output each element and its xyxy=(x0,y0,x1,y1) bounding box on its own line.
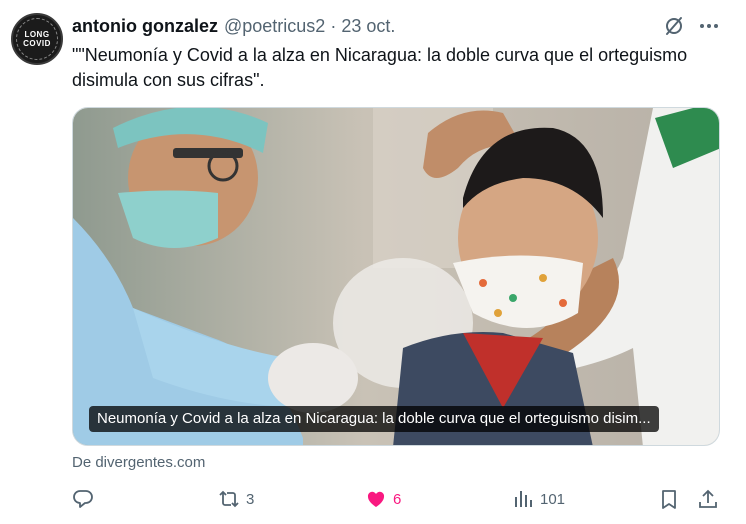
action-bar: 3 6 101 xyxy=(72,484,724,514)
tweet-text: ""Neumonía y Covid a la alza en Nicaragu… xyxy=(72,45,688,90)
avatar-text-line1: LONG xyxy=(24,30,50,39)
like-button[interactable]: 6 xyxy=(365,484,401,514)
more-icon[interactable] xyxy=(698,15,720,37)
retweet-icon xyxy=(219,490,239,508)
reply-icon xyxy=(73,490,93,508)
avatar-text-line2: COVID xyxy=(23,39,51,48)
views-icon xyxy=(515,491,532,507)
separator-dot: · xyxy=(330,15,337,36)
tweet-header: antonio gonzalez @poetricus2 · 23 oct. xyxy=(72,14,395,38)
views-count: 101 xyxy=(540,490,566,508)
retweet-button[interactable]: 3 xyxy=(218,484,254,514)
tweet-date[interactable]: 23 oct. xyxy=(341,16,395,37)
reply-button[interactable] xyxy=(72,484,100,514)
bookmark-button[interactable] xyxy=(658,484,680,514)
author-name[interactable]: antonio gonzalez xyxy=(72,16,218,37)
share-icon xyxy=(699,489,717,508)
avatar[interactable]: LONG COVID xyxy=(11,13,63,65)
grok-icon[interactable] xyxy=(663,15,685,37)
like-count: 6 xyxy=(393,490,402,508)
card-image xyxy=(73,108,719,445)
retweet-count: 3 xyxy=(246,490,255,508)
bookmark-icon xyxy=(662,490,676,509)
card-source[interactable]: De divergentes.com xyxy=(72,454,205,471)
views-button[interactable]: 101 xyxy=(512,484,565,514)
link-card[interactable]: Neumonía y Covid a la alza en Nicaragua:… xyxy=(72,107,720,446)
author-handle[interactable]: @poetricus2 xyxy=(224,16,325,37)
share-button[interactable] xyxy=(697,484,719,514)
heart-icon xyxy=(367,491,385,507)
card-caption: Neumonía y Covid a la alza en Nicaragua:… xyxy=(89,406,659,432)
